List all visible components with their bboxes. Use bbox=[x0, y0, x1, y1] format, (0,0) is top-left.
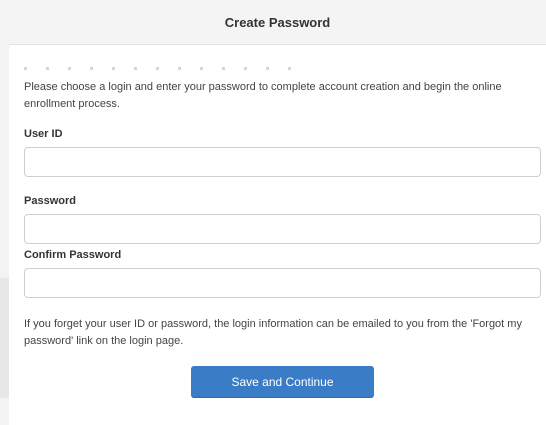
left-edge-band bbox=[0, 278, 9, 398]
forgot-password-help-text: If you forget your user ID or password, … bbox=[24, 318, 522, 347]
create-password-page: Create Password Please choose a login an… bbox=[0, 0, 546, 425]
user-id-input[interactable] bbox=[24, 147, 541, 177]
faded-text-line bbox=[24, 67, 294, 70]
save-and-continue-button[interactable]: Save and Continue bbox=[191, 366, 374, 398]
page-header: Create Password bbox=[9, 0, 546, 45]
confirm-password-input[interactable] bbox=[24, 268, 541, 298]
page-title: Create Password bbox=[224, 14, 331, 30]
user-id-label: User ID bbox=[24, 128, 63, 140]
left-edge-panel bbox=[0, 0, 9, 425]
password-label: Password bbox=[24, 195, 76, 207]
intro-text: Please choose a login and enter your pas… bbox=[24, 81, 502, 110]
confirm-password-label: Confirm Password bbox=[24, 249, 122, 261]
password-input[interactable] bbox=[24, 214, 541, 244]
